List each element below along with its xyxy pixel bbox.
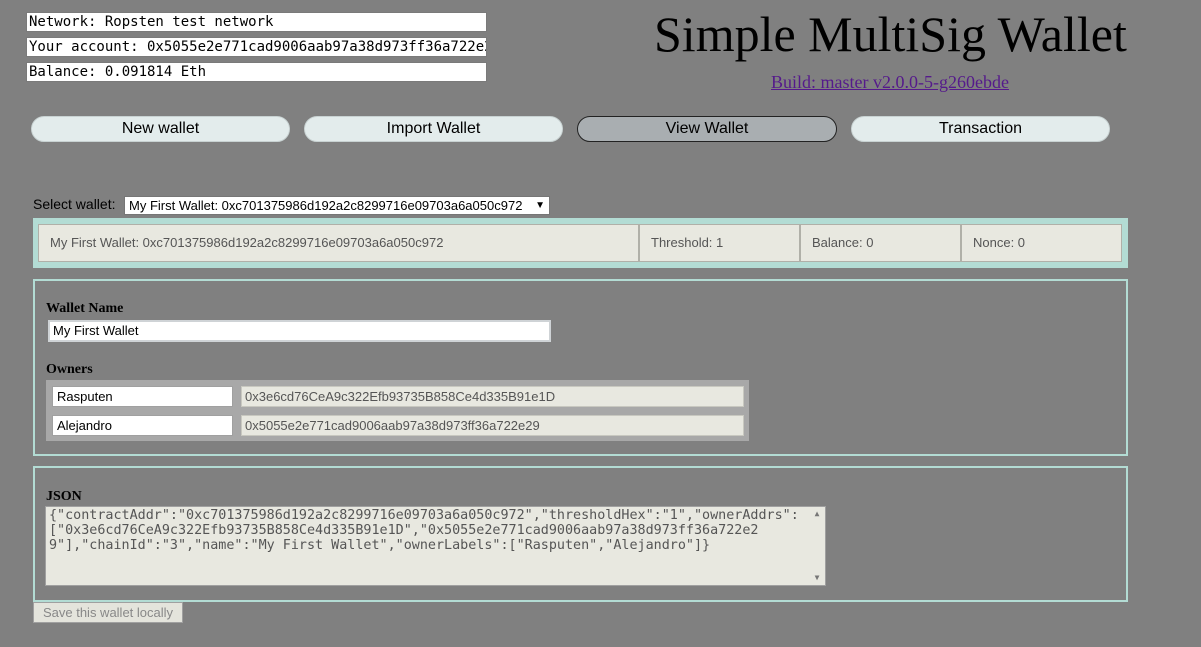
owner-name-input[interactable]: Rasputen (52, 386, 233, 407)
page-title: Simple MultiSig Wallet (654, 6, 1127, 62)
summary-balance: Balance: 0 (800, 224, 961, 262)
wallet-name-label: Wallet Name (46, 301, 124, 316)
owners-label: Owners (46, 362, 93, 377)
json-textarea[interactable]: {"contractAddr":"0xc701375986d192a2c8299… (45, 506, 826, 586)
scroll-down-icon[interactable]: ▼ (809, 572, 825, 584)
scroll-up-icon[interactable]: ▲ (809, 508, 825, 520)
transaction-button[interactable]: Transaction (851, 116, 1110, 142)
owner-address-field[interactable]: 0x5055e2e771cad9006aab97a38d973ff36a722e… (241, 415, 744, 436)
network-display: Network: Ropsten test network (26, 12, 487, 32)
summary-wallet: My First Wallet: 0xc701375986d192a2c8299… (38, 224, 639, 262)
owners-list: Rasputen 0x3e6cd76CeA9c322Efb93735B858Ce… (46, 380, 749, 441)
new-wallet-button[interactable]: New wallet (31, 116, 290, 142)
owner-name-input[interactable]: Alejandro (52, 415, 233, 436)
json-label: JSON (46, 489, 82, 504)
wallet-summary: My First Wallet: 0xc701375986d192a2c8299… (33, 218, 1128, 268)
dropdown-arrow-icon: ▼ (535, 200, 545, 211)
wallet-select-value: My First Wallet: 0xc701375986d192a2c8299… (129, 198, 523, 213)
summary-threshold: Threshold: 1 (639, 224, 800, 262)
import-wallet-button[interactable]: Import Wallet (304, 116, 563, 142)
json-content: {"contractAddr":"0xc701375986d192a2c8299… (49, 508, 799, 553)
wallet-select[interactable]: My First Wallet: 0xc701375986d192a2c8299… (124, 196, 550, 215)
owner-address-field[interactable]: 0x3e6cd76CeA9c322Efb93735B858Ce4d335B91e… (241, 386, 744, 407)
summary-nonce: Nonce: 0 (961, 224, 1122, 262)
view-wallet-button[interactable]: View Wallet (577, 116, 837, 142)
save-wallet-button[interactable]: Save this wallet locally (33, 602, 183, 623)
json-scrollbar[interactable]: ▲ ▼ (809, 507, 825, 585)
wallet-name-input[interactable]: My First Wallet (48, 320, 551, 342)
select-wallet-label: Select wallet: (33, 196, 116, 212)
balance-display: Balance: 0.091814 Eth (26, 62, 487, 82)
account-display: Your account: 0x5055e2e771cad9006aab97a3… (26, 37, 487, 57)
build-link[interactable]: Build: master v2.0.0-5-g260ebde (771, 71, 1009, 93)
